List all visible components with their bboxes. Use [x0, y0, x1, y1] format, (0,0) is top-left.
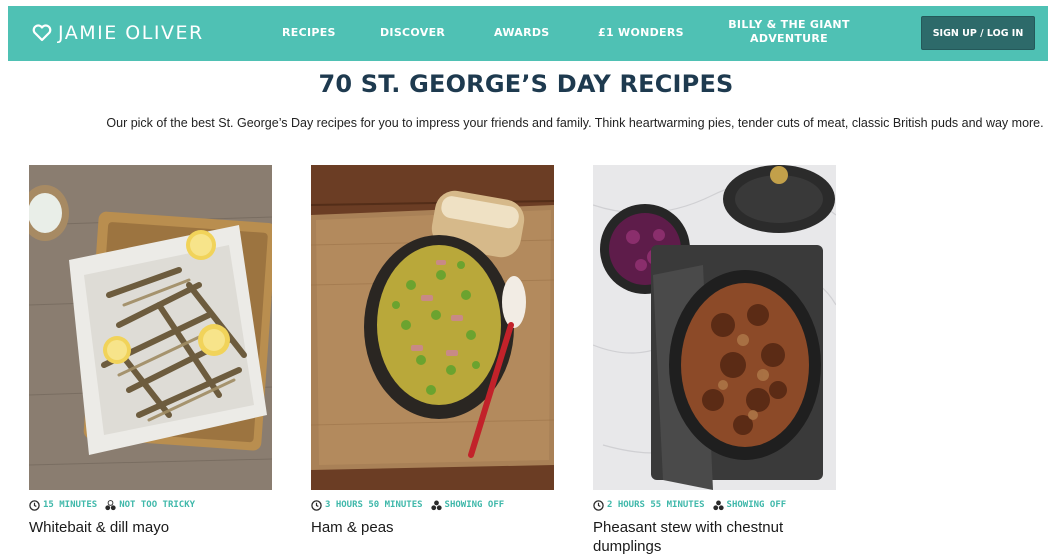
recipe-difficulty: SHOWING OFF — [726, 500, 787, 510]
signup-login-button[interactable]: SIGN UP / LOG IN — [921, 16, 1035, 50]
nav-discover[interactable]: DISCOVER — [380, 26, 445, 39]
difficulty-icon — [105, 499, 116, 510]
recipe-difficulty: NOT TOO TRICKY — [119, 500, 196, 510]
recipe-meta: 15 MINUTES NOT TOO TRICKY — [29, 498, 272, 512]
recipe-title[interactable]: Pheasant stew with chestnut dumplings — [593, 518, 836, 556]
nav-awards[interactable]: AWARDS — [494, 26, 550, 39]
page-subtitle: Our pick of the best St. George’s Day re… — [106, 116, 1044, 130]
recipe-image-pheasant-stew[interactable] — [593, 165, 836, 490]
nav-1-pound-wonders[interactable]: £1 WONDERS — [598, 26, 684, 39]
recipe-time: 15 MINUTES — [43, 500, 98, 510]
difficulty-icon — [712, 500, 724, 510]
recipe-title[interactable]: Whitebait & dill mayo — [29, 518, 272, 537]
recipe-image-ham-peas[interactable] — [311, 165, 554, 490]
recipe-meta: 2 HOURS 55 MINUTES SHOWING OFF — [593, 498, 836, 512]
site-header: JAMIE OLIVER RECIPES DISCOVER AWARDS £1 … — [8, 6, 1048, 61]
logo-text: JAMIE OLIVER — [58, 22, 204, 44]
nav-recipes[interactable]: RECIPES — [282, 26, 336, 39]
clock-icon — [29, 499, 40, 511]
recipe-image-whitebait[interactable] — [29, 165, 272, 490]
page-title: 70 ST. GEORGE’S DAY RECIPES — [318, 70, 734, 98]
recipe-meta: 3 HOURS 50 MINUTES SHOWING OFF — [311, 498, 554, 512]
recipe-time: 3 HOURS 50 MINUTES — [325, 500, 423, 510]
recipe-card[interactable]: 15 MINUTES NOT TOO TRICKY Whitebait & di… — [29, 165, 272, 537]
difficulty-icon — [430, 500, 442, 510]
nav-billy-giant-adventure[interactable]: BILLY & THE GIANT ADVENTURE — [724, 18, 854, 46]
logo[interactable]: JAMIE OLIVER — [32, 20, 204, 46]
recipe-card[interactable]: 3 HOURS 50 MINUTES SHOWING OFF Ham & pea… — [311, 165, 554, 537]
recipe-card[interactable]: 2 HOURS 55 MINUTES SHOWING OFF Pheasant … — [593, 165, 836, 556]
recipe-title[interactable]: Ham & peas — [311, 518, 554, 537]
recipe-difficulty: SHOWING OFF — [444, 500, 505, 510]
heart-icon — [32, 24, 52, 42]
recipe-time: 2 HOURS 55 MINUTES — [607, 500, 705, 510]
clock-icon — [311, 499, 322, 511]
clock-icon — [593, 499, 604, 511]
